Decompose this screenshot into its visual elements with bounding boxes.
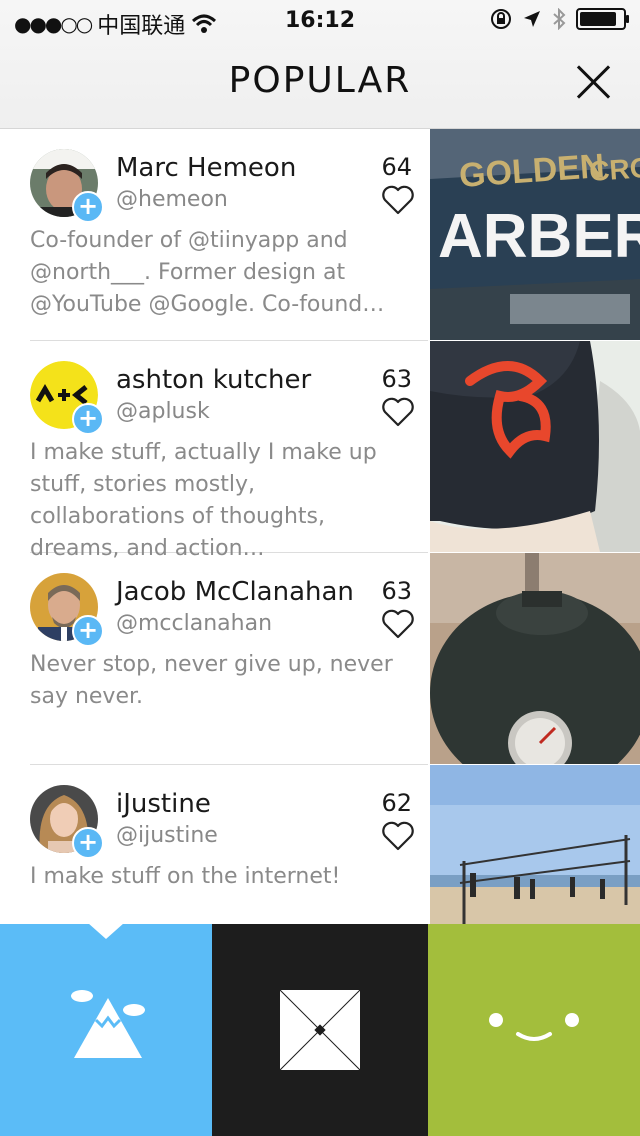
- follow-plus-icon[interactable]: +: [72, 191, 104, 223]
- user-handle: @ijustine: [116, 823, 218, 848]
- location-arrow-icon: [524, 11, 540, 27]
- post-thumbnail[interactable]: [430, 765, 640, 924]
- list-item[interactable]: + iJustine @ijustine 62 I make stuff on …: [0, 765, 640, 924]
- user-handle: @hemeon: [116, 187, 228, 212]
- status-bar: ●●●○○ 中国联通 16:12: [0, 0, 640, 40]
- follow-plus-icon[interactable]: +: [72, 403, 104, 435]
- orientation-lock-icon: [491, 9, 511, 29]
- bluetooth-icon: [553, 8, 566, 30]
- user-bio: Co-founder of @tiinyapp and @north___. F…: [30, 228, 385, 317]
- tab-profile[interactable]: [428, 924, 640, 1136]
- smiley-face-icon: [489, 1013, 579, 1041]
- tab-messages[interactable]: [212, 924, 428, 1136]
- like-count: 62: [381, 789, 412, 817]
- user-name[interactable]: Marc Hemeon: [116, 153, 296, 183]
- heart-icon[interactable]: [382, 821, 414, 851]
- list-item[interactable]: + Marc Hemeon @hemeon 64 Co-founder of @…: [0, 129, 640, 341]
- follow-plus-icon[interactable]: +: [72, 615, 104, 647]
- user-name[interactable]: iJustine: [116, 789, 211, 819]
- mountain-cloud-icon: [71, 990, 145, 1058]
- page-title: POPULAR: [228, 60, 412, 101]
- user-name[interactable]: ashton kutcher: [116, 365, 311, 395]
- like-count: 64: [381, 153, 412, 181]
- post-thumbnail[interactable]: GOLDEN CROW ARBERS: [430, 129, 640, 340]
- post-thumbnail[interactable]: [430, 341, 640, 552]
- heart-icon[interactable]: [382, 609, 414, 639]
- like-count: 63: [381, 365, 412, 393]
- popular-user-list: + Marc Hemeon @hemeon 64 Co-founder of @…: [0, 129, 640, 924]
- sign-text-arbers: ARBERS: [438, 202, 640, 271]
- bottom-tab-bar: [0, 923, 640, 1136]
- user-handle: @aplusk: [116, 399, 210, 424]
- list-item[interactable]: + Jacob McClanahan @mcclanahan 63 Never …: [0, 553, 640, 765]
- envelope-icon: [280, 990, 360, 1070]
- battery-icon: [576, 8, 629, 30]
- post-thumbnail[interactable]: [430, 553, 640, 764]
- list-item[interactable]: + ashton kutcher @aplusk 63 I make stuff…: [0, 341, 640, 561]
- heart-icon[interactable]: [382, 185, 414, 215]
- follow-plus-icon[interactable]: +: [72, 827, 104, 859]
- user-bio: I make stuff on the internet!: [30, 864, 341, 889]
- like-count: 63: [381, 577, 412, 605]
- close-button[interactable]: [574, 62, 614, 102]
- user-bio: Never stop, never give up, never say nev…: [30, 652, 393, 709]
- sign-text-crow: CROW: [588, 150, 640, 187]
- selected-indicator: [88, 923, 124, 939]
- user-handle: @mcclanahan: [116, 611, 273, 636]
- tab-popular[interactable]: [0, 923, 212, 1136]
- user-name[interactable]: Jacob McClanahan: [116, 577, 354, 607]
- heart-icon[interactable]: [382, 397, 414, 427]
- user-bio: I make stuff, actually I make up stuff, …: [30, 440, 377, 561]
